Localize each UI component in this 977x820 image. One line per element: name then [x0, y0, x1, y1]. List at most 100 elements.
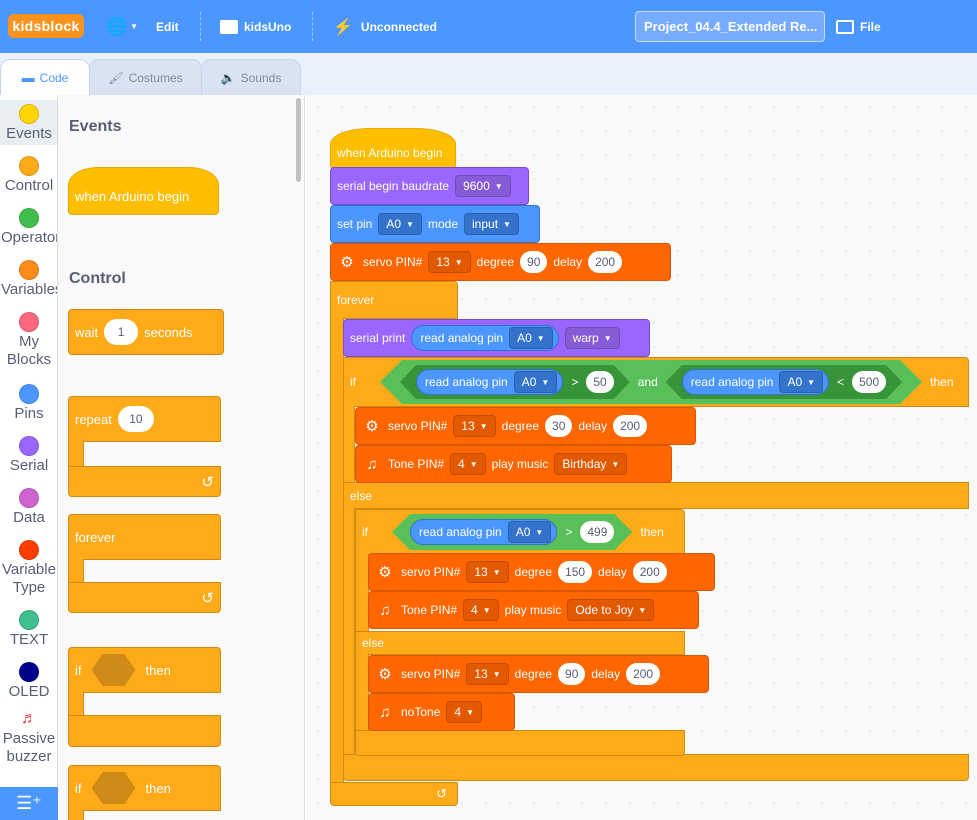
servo-pin-dropdown[interactable]: 13 ▼	[466, 561, 509, 583]
block-label: Tone PIN#	[401, 603, 458, 617]
analog-pin-dropdown[interactable]: A0 ▼	[514, 371, 558, 393]
chevron-down-icon: ▼	[503, 219, 511, 229]
tone-block-2[interactable]: ♫ Tone PIN# 4 ▼ play music Ode to Joy ▼	[368, 591, 699, 629]
board-menu[interactable]: kidsUno	[220, 0, 291, 53]
chevron-down-icon: ▼	[482, 605, 491, 615]
servo-block-3[interactable]: ⚙ servo PIN# 13 ▼ degree 150 delay 200	[368, 553, 715, 591]
category-my-blocks[interactable]: My Blocks	[0, 308, 57, 371]
read-analog-reporter[interactable]: read analog pin A0 ▼	[416, 369, 563, 395]
category-data[interactable]: Data	[0, 484, 57, 529]
boolean-slot[interactable]	[91, 654, 136, 686]
read-analog-reporter[interactable]: read analog pin A0 ▼	[410, 519, 557, 545]
palette-repeat-block[interactable]: repeat 10 ↺	[68, 396, 221, 497]
delay-input[interactable]: 200	[632, 561, 667, 583]
repeat-input[interactable]: 10	[117, 406, 154, 432]
add-extension-button[interactable]: ☰⁺	[0, 787, 58, 820]
analog-pin-value: A0	[787, 375, 803, 389]
category-oled[interactable]: OLED	[0, 658, 57, 703]
palette-forever-block[interactable]: forever ↺	[68, 514, 221, 613]
edit-menu[interactable]: Edit	[156, 0, 179, 53]
compare-input[interactable]: 50	[586, 371, 613, 393]
tab-code[interactable]: ▬ Code	[0, 59, 90, 95]
compare-input[interactable]: 500	[852, 371, 886, 393]
tone-pin-dropdown[interactable]: 4 ▼	[450, 453, 486, 475]
category-text[interactable]: TEXT	[0, 606, 57, 651]
music-dropdown[interactable]: Ode to Joy ▼	[567, 599, 655, 621]
forever-block[interactable]: forever	[330, 281, 458, 319]
delay-input[interactable]: 200	[613, 415, 648, 437]
degree-input[interactable]: 90	[520, 251, 548, 273]
degree-input[interactable]: 150	[558, 561, 593, 583]
category-pins[interactable]: Pins	[0, 380, 57, 425]
category-color-dot	[19, 436, 39, 456]
less-than-block[interactable]: read analog pin A0 ▼ < 500	[666, 365, 902, 399]
pin-dropdown[interactable]: A0 ▼	[378, 213, 422, 235]
file-menu[interactable]: File	[836, 0, 881, 53]
delay-input[interactable]: 200	[626, 663, 661, 685]
category-events[interactable]: Events	[0, 100, 57, 145]
serial-begin-block[interactable]: serial begin baudrate 9600 ▼	[330, 167, 529, 205]
block-label: noTone	[401, 705, 441, 719]
category-variable-type[interactable]: Variable Type	[0, 536, 57, 599]
chevron-down-icon: ▼	[638, 605, 647, 615]
read-analog-reporter[interactable]: read analog pin A0 ▼	[411, 325, 559, 351]
music-dropdown[interactable]: Birthday ▼	[554, 453, 628, 475]
category-serial[interactable]: Serial	[0, 432, 57, 477]
analog-pin-dropdown[interactable]: A0 ▼	[508, 521, 552, 543]
code-workspace[interactable]: when Arduino begin serial begin baudrate…	[306, 95, 977, 820]
tone-pin-dropdown[interactable]: 4 ▼	[463, 599, 499, 621]
category-passive-buzzer[interactable]: ♬ Passive buzzer	[0, 706, 57, 768]
greater-than-block[interactable]: read analog pin A0 ▼ > 50	[400, 365, 630, 399]
chevron-down-icon: ▼	[406, 219, 414, 229]
connection-button[interactable]: ⚡ Unconnected	[333, 0, 437, 53]
tone-block-1[interactable]: ♫ Tone PIN# 4 ▼ play music Birthday ▼	[355, 445, 672, 483]
category-control[interactable]: Control	[0, 152, 57, 197]
music-note-icon: ♫	[379, 601, 391, 619]
if-else-block-outer[interactable]: if read analog pin A0 ▼ > 50 and read ana…	[343, 357, 969, 407]
when-arduino-begin-block[interactable]: when Arduino begin	[330, 128, 456, 169]
notone-block[interactable]: ♫ noTone 4 ▼	[368, 693, 515, 731]
palette-scrollbar[interactable]	[296, 98, 301, 182]
music-note-icon: ♫	[379, 703, 391, 721]
set-pin-mode-block[interactable]: set pin A0 ▼ mode input ▼	[330, 205, 540, 243]
servo-block-1[interactable]: ⚙ servo PIN# 13 ▼ degree 90 delay 200	[330, 243, 671, 281]
category-variables[interactable]: Variables	[0, 256, 57, 301]
boolean-slot[interactable]	[91, 772, 136, 804]
tab-costumes-label: Costumes	[128, 70, 183, 85]
mode-dropdown[interactable]: input ▼	[464, 213, 519, 235]
compare-input[interactable]: 499	[580, 521, 614, 543]
wait-input[interactable]: 1	[104, 319, 139, 345]
notone-pin-dropdown[interactable]: 4 ▼	[446, 701, 482, 723]
degree-input[interactable]: 90	[558, 663, 586, 685]
project-title-input[interactable]: Project_04.4_Extended Re...	[635, 11, 825, 42]
servo-pin-dropdown[interactable]: 13 ▼	[453, 415, 496, 437]
palette-when-arduino-begin[interactable]: when Arduino begin	[68, 167, 219, 215]
read-analog-reporter[interactable]: read analog pin A0 ▼	[682, 369, 829, 395]
analog-pin-dropdown[interactable]: A0 ▼	[509, 327, 553, 349]
chevron-down-icon: ▼	[469, 459, 478, 469]
tab-sounds[interactable]: 🔈 Sounds	[201, 59, 301, 95]
language-menu[interactable]: 🌐 ▼	[106, 0, 138, 53]
serial-print-block[interactable]: serial print read analog pin A0 ▼ warp ▼	[343, 319, 650, 357]
servo-pin-dropdown[interactable]: 13 ▼	[466, 663, 509, 685]
palette-wait-block[interactable]: wait 1 seconds	[68, 309, 224, 355]
greater-than-block[interactable]: read analog pin A0 ▼ > 499	[392, 514, 632, 550]
and-operator-block[interactable]: read analog pin A0 ▼ > 50 and read analog…	[380, 360, 922, 404]
servo-block-4[interactable]: ⚙ servo PIN# 13 ▼ degree 90 delay 200	[368, 655, 709, 693]
servo-pin-dropdown[interactable]: 13 ▼	[428, 251, 471, 273]
baud-dropdown[interactable]: 9600 ▼	[455, 175, 511, 197]
tab-costumes[interactable]: 🖌 Costumes	[89, 59, 202, 95]
print-mode-dropdown[interactable]: warp ▼	[564, 327, 620, 349]
degree-input[interactable]: 30	[545, 415, 573, 437]
block-label: degree	[514, 565, 553, 579]
category-operator[interactable]: Operator	[0, 204, 57, 249]
palette-if-else-block[interactable]: if then	[68, 765, 221, 820]
servo-block-2[interactable]: ⚙ servo PIN# 13 ▼ degree 30 delay 200	[355, 407, 696, 445]
if-else-block-inner[interactable]: if read analog pin A0 ▼ > 499 then	[355, 509, 685, 555]
analog-pin-dropdown[interactable]: A0 ▼	[779, 371, 823, 393]
print-mode-value: warp	[572, 331, 599, 345]
chevron-down-icon: ▼	[536, 333, 545, 343]
kidsblock-logo[interactable]: kidsblock	[8, 14, 84, 38]
palette-if-block[interactable]: if then	[68, 647, 221, 747]
delay-input[interactable]: 200	[588, 251, 623, 273]
